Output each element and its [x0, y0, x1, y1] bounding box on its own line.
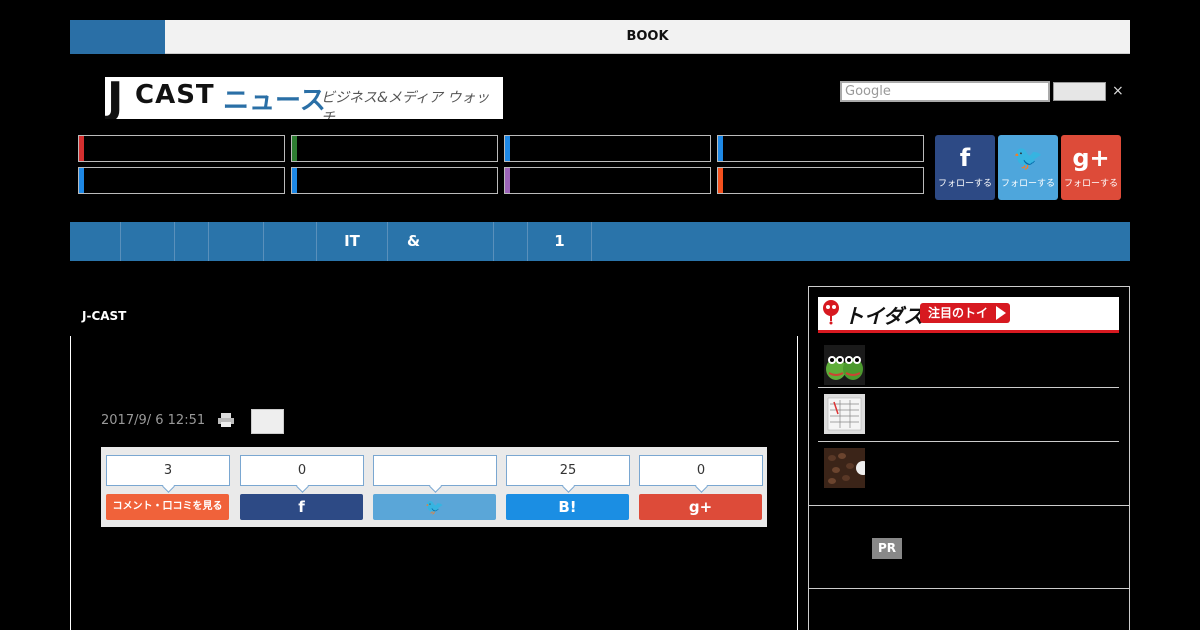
category-color-bar — [292, 136, 297, 161]
category-color-bar — [718, 136, 723, 161]
facebook-icon: f — [959, 144, 971, 172]
frog-thumbnail[interactable] — [824, 345, 865, 385]
twitter-follow-button[interactable]: 🐦 フォローする — [998, 135, 1058, 200]
search-input[interactable]: Google — [840, 81, 1050, 102]
nav-item-and[interactable]: & — [388, 222, 494, 261]
googleplus-icon: g+ — [1072, 144, 1110, 172]
toidas-brand: トイダス — [844, 304, 924, 328]
facebook-count: 0 — [240, 455, 364, 486]
category-item[interactable] — [78, 135, 285, 162]
pr-badge: PR — [872, 538, 902, 559]
follow-label: フォローする — [1000, 179, 1055, 189]
category-item[interactable] — [717, 167, 924, 194]
site-logo[interactable]: J CAST ニュース ビジネス&メディア ウォッチ — [105, 77, 503, 119]
follow-label: フォローする — [1063, 179, 1118, 189]
category-color-bar — [505, 168, 510, 193]
logo-subtitle: ビジネス&メディア ウォッチ — [321, 90, 490, 119]
hatena-count: 25 — [506, 455, 630, 486]
document-thumbnail[interactable] — [824, 394, 865, 434]
googleplus-follow-button[interactable]: g+ フォローする — [1061, 135, 1121, 200]
section-divider — [808, 505, 1130, 506]
top-bar-accent[interactable] — [70, 20, 165, 54]
font-size-button[interactable] — [251, 409, 284, 434]
nav-item-1[interactable]: 1 — [528, 222, 592, 261]
googleplus-count: 0 — [639, 455, 763, 486]
nav-item[interactable] — [70, 222, 121, 261]
facebook-follow-button[interactable]: f フォローする — [935, 135, 995, 200]
hatena-share-button[interactable]: B! — [506, 494, 629, 520]
toidas-banner[interactable]: トイダス 注目のトイ — [818, 297, 1119, 333]
category-color-bar — [718, 168, 723, 193]
googleplus-share-button[interactable]: g+ — [639, 494, 762, 520]
print-icon[interactable] — [218, 413, 234, 427]
category-item[interactable] — [504, 135, 711, 162]
nav-item[interactable] — [264, 222, 317, 261]
breadcrumb[interactable]: J-CAST — [82, 309, 126, 323]
category-item[interactable] — [291, 135, 498, 162]
nav-item[interactable] — [209, 222, 264, 261]
follow-label: フォローする — [937, 179, 992, 189]
article-date: 2017/9/ 6 12:51 — [101, 413, 206, 428]
category-item[interactable] — [717, 135, 924, 162]
toidas-tag: 注目のトイ — [920, 303, 1011, 323]
divider — [818, 441, 1119, 442]
comment-count: 3 — [106, 455, 230, 486]
logo-j: J — [107, 77, 124, 119]
category-color-bar — [79, 168, 84, 193]
close-icon[interactable]: × — [1112, 83, 1124, 99]
twitter-icon: 🐦 — [1013, 144, 1043, 172]
divider — [818, 387, 1119, 388]
facebook-share-button[interactable]: f — [240, 494, 363, 520]
nav-item[interactable] — [175, 222, 209, 261]
twitter-count — [373, 455, 497, 486]
top-bar: BOOK — [70, 20, 1130, 54]
twitter-share-button[interactable]: 🐦 — [373, 494, 496, 520]
logo-cast: CAST — [135, 80, 215, 110]
category-item[interactable] — [291, 167, 498, 194]
category-color-bar — [292, 168, 297, 193]
nav-item[interactable] — [494, 222, 528, 261]
logo-news: ニュース — [223, 86, 326, 116]
category-color-bar — [505, 136, 510, 161]
category-item[interactable] — [504, 167, 711, 194]
comment-button[interactable]: コメント・口コミを見る — [106, 494, 229, 520]
share-panel: 3 0 25 0 コメント・口コミを見る f 🐦 B! g+ — [101, 447, 767, 527]
book-link[interactable]: BOOK — [165, 20, 1130, 54]
nav-item-it[interactable]: IT — [317, 222, 388, 261]
main-nav: IT & 1 — [70, 222, 1130, 261]
question-mark-icon — [823, 300, 839, 325]
category-item[interactable] — [78, 167, 285, 194]
search-button[interactable] — [1053, 82, 1106, 101]
category-color-bar — [79, 136, 84, 161]
nav-item[interactable] — [121, 222, 175, 261]
section-divider — [808, 588, 1130, 589]
coffee-beans-thumbnail[interactable] — [824, 448, 865, 488]
